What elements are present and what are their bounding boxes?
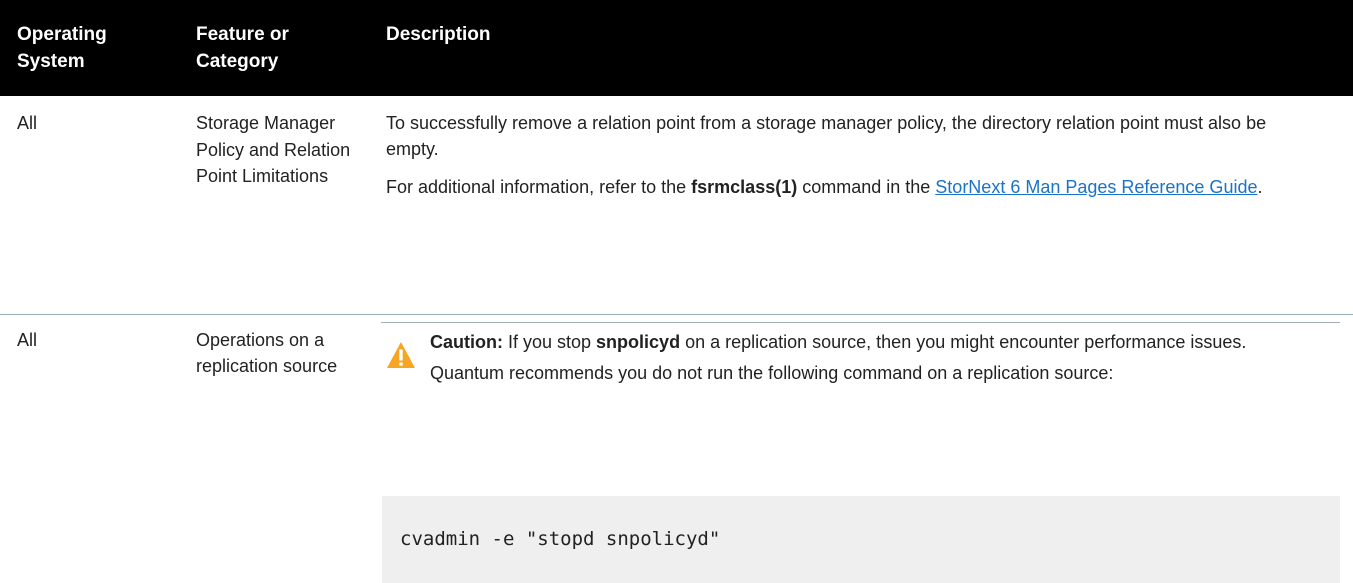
caution-top-border xyxy=(381,322,1340,323)
warning-triangle-icon xyxy=(386,341,416,369)
command-name: fsrmclass(1) xyxy=(691,177,798,197)
row2-os: All xyxy=(17,330,38,350)
row1-feature: Storage Manager Policy and Relation Poin… xyxy=(196,113,351,186)
row1-desc-paragraph-1: To successfully remove a relation point … xyxy=(386,113,1267,159)
desc-text: . xyxy=(1257,177,1263,197)
row-divider xyxy=(0,314,1353,315)
header-operating-system: Operating System xyxy=(17,24,107,72)
command-code-block: cvadmin -e "stopd snpolicyd" xyxy=(382,496,1340,583)
man-pages-guide-link[interactable]: StorNext 6 Man Pages Reference Guide xyxy=(935,177,1257,197)
caution-label: Caution: xyxy=(430,332,503,352)
desc-text: command in the xyxy=(797,177,936,197)
caution-service-name: snpolicyd xyxy=(596,332,681,352)
caution-text-part: If you stop xyxy=(502,332,597,352)
header-feature-category: Feature or Category xyxy=(196,24,289,72)
desc-text: For additional information, refer to the xyxy=(386,177,692,197)
row1-os: All xyxy=(17,113,38,133)
row2-feature: Operations on a replication source xyxy=(196,330,338,376)
caution-text: Caution: If you stop snpolicyd on a repl… xyxy=(430,327,1310,389)
row1-desc-paragraph-2: For additional information, refer to the… xyxy=(386,174,1306,200)
table-header: Operating System Feature or Category Des… xyxy=(0,0,1353,96)
row1-description: To successfully remove a relation point … xyxy=(386,110,1306,200)
header-description: Description xyxy=(386,24,491,45)
